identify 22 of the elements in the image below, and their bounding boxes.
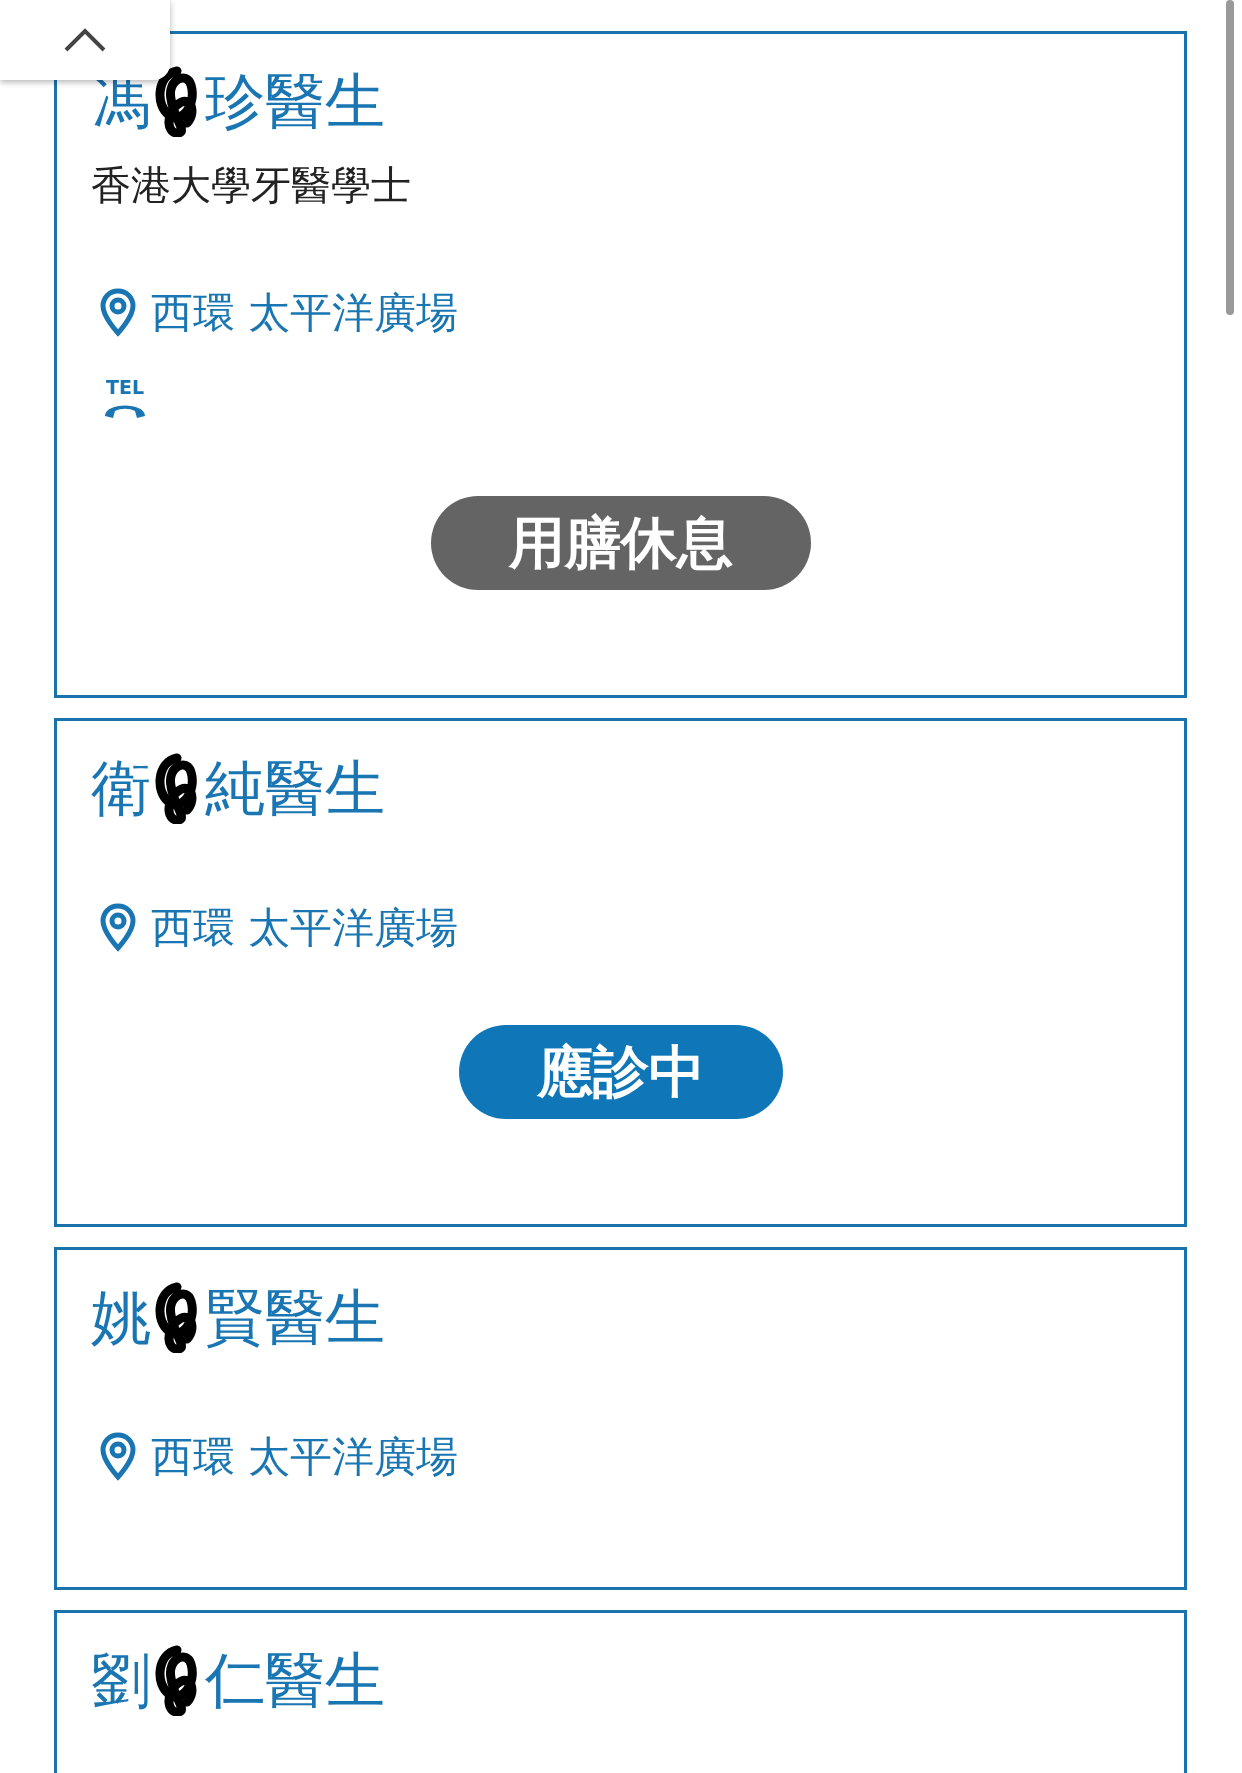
qualification-text: 香港大學牙醫學士 [91, 161, 411, 210]
status-label: 應診中 [458, 1025, 783, 1119]
doctor-name: 純醫生 [205, 752, 385, 825]
location-pin-icon [99, 288, 137, 338]
scroll-up-button[interactable] [0, 0, 170, 80]
doctor-name: 珍醫生 [205, 65, 385, 138]
location-text: 西環 太平洋廣場 [151, 903, 459, 953]
doctor-name: 仁醫生 [205, 1644, 385, 1717]
location-pin-icon [99, 903, 137, 953]
doctor-name: 姚 [91, 1281, 151, 1354]
location-text: 西環 太平洋廣場 [151, 288, 459, 338]
doctor-card[interactable]: 姚 賢醫生 西環 太平洋廣場 [54, 1247, 1187, 1590]
doctor-name: 劉 [91, 1644, 151, 1717]
doctor-name: 賢醫生 [205, 1281, 385, 1354]
location-text: 西環 太平洋廣場 [151, 1432, 459, 1482]
chevron-up-icon [63, 27, 107, 53]
location-pin-icon [99, 1432, 137, 1482]
doctor-card[interactable]: 衛 純醫生 西環 太平洋廣場 應診中 [54, 718, 1187, 1227]
doctor-name: 衛 [91, 752, 151, 825]
scrollbar[interactable] [1226, 0, 1234, 315]
status-label: 用膳休息 [430, 496, 811, 590]
doctor-card[interactable]: 劉 仁醫生 [54, 1610, 1187, 1773]
